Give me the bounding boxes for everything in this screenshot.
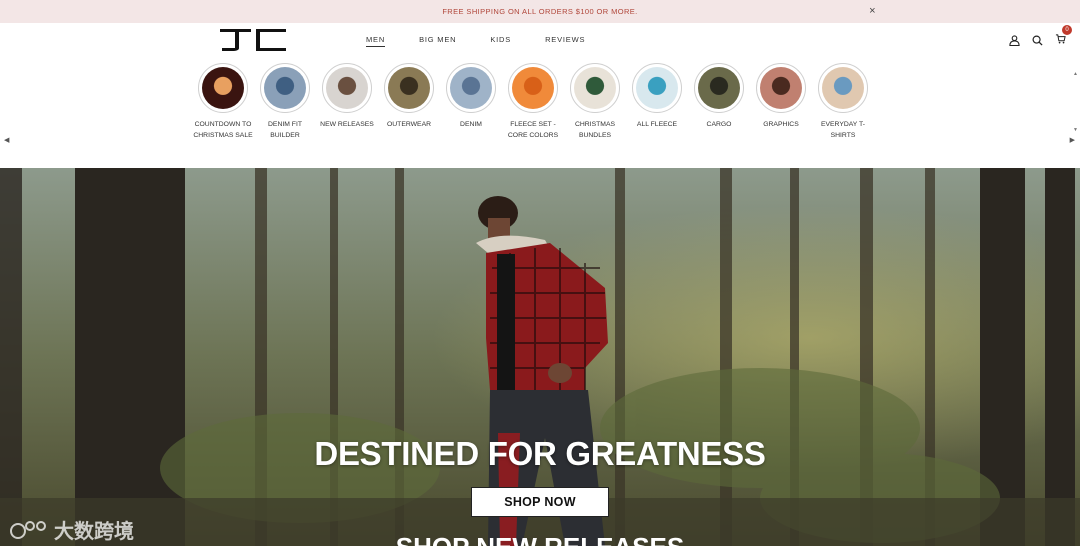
nav-big-men[interactable]: BIG MEN xyxy=(419,35,456,47)
category-item[interactable]: OUTERWEAR xyxy=(378,63,440,141)
category-thumbnail-image xyxy=(326,67,368,109)
category-item[interactable]: GRAPHICS xyxy=(750,63,812,141)
brand-logo[interactable] xyxy=(220,29,286,51)
scrollbar-up-icon[interactable]: ▲ xyxy=(1073,71,1078,77)
category-thumbnail-image xyxy=(512,67,554,109)
category-thumbnail-image xyxy=(264,67,306,109)
category-item[interactable]: EVERYDAY T-SHIRTS xyxy=(812,63,874,141)
search-icon[interactable] xyxy=(1032,35,1043,46)
category-label: EVERYDAY T-SHIRTS xyxy=(820,121,866,139)
category-label: ALL FLEECE xyxy=(636,121,678,128)
category-item[interactable]: CHRISTMAS BUNDLES xyxy=(564,63,626,141)
category-thumbnail-frame xyxy=(384,63,434,113)
category-label: COUNTDOWN TO CHRISTMAS SALE xyxy=(193,121,253,139)
hero-banner: DESTINED FOR GREATNESS SHOP NOW SHOP NEW… xyxy=(0,168,1080,546)
announcement-bar: FREE SHIPPING ON ALL ORDERS $100 OR MORE… xyxy=(0,0,1080,23)
watermark: 大数跨境 xyxy=(8,515,134,544)
category-label: DENIM FIT BUILDER xyxy=(268,121,302,139)
category-thumbnail-frame xyxy=(446,63,496,113)
category-label: FLEECE SET - CORE COLORS xyxy=(507,121,559,139)
shop-now-button[interactable]: SHOP NOW xyxy=(471,487,609,517)
carousel-prev-icon[interactable]: ◀ xyxy=(4,136,9,144)
category-thumbnail-image xyxy=(822,67,864,109)
category-label: CARGO xyxy=(706,121,732,128)
close-announcement-icon[interactable]: × xyxy=(869,5,876,17)
category-label: NEW RELEASES xyxy=(320,121,374,128)
nav-men[interactable]: MEN xyxy=(366,35,386,47)
carousel-next-icon[interactable]: ▶ xyxy=(1070,136,1075,144)
category-item[interactable]: COUNTDOWN TO CHRISTMAS SALE xyxy=(192,63,254,141)
category-thumbnail-frame xyxy=(818,63,868,113)
category-item[interactable]: FLEECE SET - CORE COLORS xyxy=(502,63,564,141)
category-thumbnail-image xyxy=(202,67,244,109)
category-carousel: COUNTDOWN TO CHRISTMAS SALE DENIM FIT BUI… xyxy=(192,63,874,141)
account-icon[interactable] xyxy=(1009,34,1020,46)
category-item[interactable]: ALL FLEECE xyxy=(626,63,688,141)
category-thumbnail-frame xyxy=(756,63,806,113)
nav-kids[interactable]: KIDS xyxy=(490,35,511,47)
category-thumbnail-image xyxy=(698,67,740,109)
category-thumbnail-image xyxy=(636,67,678,109)
category-thumbnail-frame xyxy=(570,63,620,113)
shop-new-releases-heading: SHOP NEW RELEASES xyxy=(0,532,1080,546)
category-item[interactable]: CARGO xyxy=(688,63,750,141)
category-thumbnail-image xyxy=(450,67,492,109)
watermark-text: 大数跨境 xyxy=(54,521,134,543)
category-thumbnail-frame xyxy=(632,63,682,113)
cart-count-badge: 0 xyxy=(1062,25,1072,35)
announcement-text: FREE SHIPPING ON ALL ORDERS $100 OR MORE… xyxy=(442,7,638,16)
watermark-logo-icon xyxy=(10,520,46,539)
category-label: GRAPHICS xyxy=(763,121,799,128)
category-item[interactable]: DENIM FIT BUILDER xyxy=(254,63,316,141)
category-label: OUTERWEAR xyxy=(386,121,432,128)
hero-headline: DESTINED FOR GREATNESS xyxy=(314,435,766,472)
category-item[interactable]: NEW RELEASES xyxy=(316,63,378,141)
category-thumbnail-frame xyxy=(260,63,310,113)
header-icons: 0 xyxy=(1009,25,1072,49)
cart-button[interactable]: 0 xyxy=(1055,25,1072,49)
category-thumbnail-frame xyxy=(198,63,248,113)
category-thumbnail-image xyxy=(574,67,616,109)
scrollbar-down-icon[interactable]: ▼ xyxy=(1073,127,1078,133)
category-thumbnail-image xyxy=(760,67,802,109)
main-nav: MEN BIG MEN KIDS REVIEWS xyxy=(366,35,619,47)
category-thumbnail-image xyxy=(388,67,430,109)
category-thumbnail-frame xyxy=(508,63,558,113)
category-label: CHRISTMAS BUNDLES xyxy=(574,121,616,139)
category-thumbnail-frame xyxy=(694,63,744,113)
nav-reviews[interactable]: REVIEWS xyxy=(545,35,585,47)
category-item[interactable]: DENIM xyxy=(440,63,502,141)
category-label: DENIM xyxy=(460,121,482,128)
site-header: MEN BIG MEN KIDS REVIEWS 0 COUNTDOWN TO … xyxy=(0,23,1080,168)
category-thumbnail-frame xyxy=(322,63,372,113)
